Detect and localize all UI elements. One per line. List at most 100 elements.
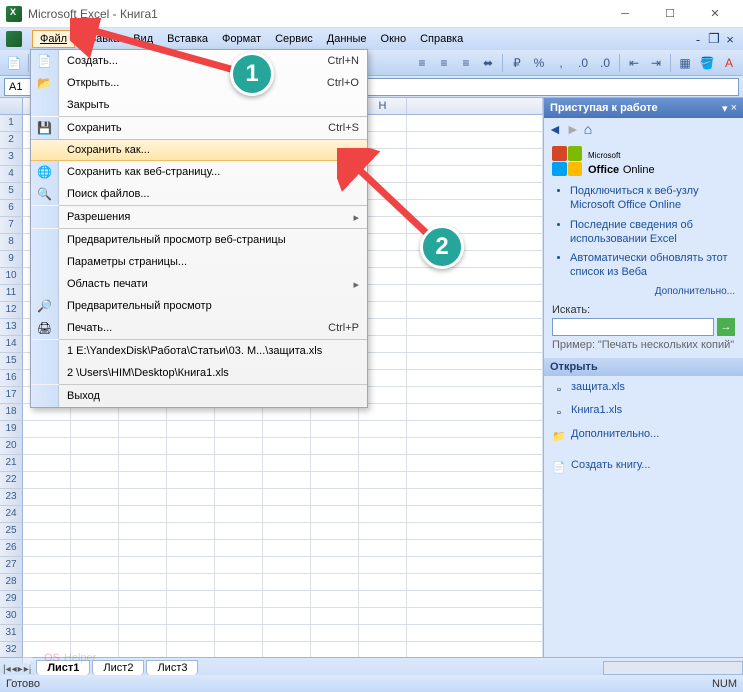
cell[interactable] [359,642,407,657]
cell[interactable] [359,523,407,540]
tab-first-icon[interactable]: |◂ [3,664,11,675]
cell[interactable] [407,506,543,523]
cell[interactable] [407,115,543,132]
menu-data[interactable]: Данные [320,31,374,47]
cell[interactable] [215,489,263,506]
merge-icon[interactable]: ⬌ [478,53,498,73]
cell[interactable] [119,591,167,608]
row-header[interactable]: 8 [0,234,23,251]
cell[interactable] [23,438,71,455]
cell[interactable] [119,523,167,540]
col-header[interactable] [407,98,543,114]
cell[interactable] [407,591,543,608]
fill-color-icon[interactable]: 🪣 [697,53,717,73]
cell[interactable] [215,608,263,625]
cell[interactable] [167,608,215,625]
cell[interactable] [311,591,359,608]
cell[interactable] [71,608,119,625]
cell[interactable] [311,574,359,591]
search-go-button[interactable]: → [717,318,735,336]
cell[interactable] [359,591,407,608]
cell[interactable] [119,608,167,625]
cell[interactable] [167,489,215,506]
taskpane-close-icon[interactable]: × [731,102,737,114]
cell[interactable] [23,574,71,591]
cell[interactable] [359,540,407,557]
open-more[interactable]: 📁 Дополнительно... [552,427,735,446]
cell[interactable] [167,642,215,657]
cell[interactable] [119,557,167,574]
nav-back-icon[interactable]: ◄ [548,121,562,137]
cell[interactable] [263,642,311,657]
menu-window[interactable]: Окно [374,31,414,47]
cell[interactable] [215,455,263,472]
row-header[interactable]: 12 [0,302,23,319]
cell[interactable] [119,574,167,591]
cell[interactable] [359,557,407,574]
cell[interactable] [311,642,359,657]
menu-item[interactable]: Сохранить как... [31,139,367,161]
cell[interactable] [119,421,167,438]
cell[interactable] [263,523,311,540]
cell[interactable] [71,591,119,608]
cell[interactable] [71,574,119,591]
cell[interactable] [23,625,71,642]
cell[interactable] [215,642,263,657]
row-header[interactable]: 13 [0,319,23,336]
cell[interactable] [167,574,215,591]
row-header[interactable]: 15 [0,353,23,370]
cell[interactable] [407,268,543,285]
cell[interactable] [23,557,71,574]
row-header[interactable]: 6 [0,200,23,217]
cell[interactable] [23,591,71,608]
cell[interactable] [407,421,543,438]
row-header[interactable]: 19 [0,421,23,438]
cell[interactable] [311,557,359,574]
menu-help[interactable]: Справка [413,31,470,47]
menu-tools[interactable]: Сервис [268,31,320,47]
doc-close-icon[interactable]: × [723,33,737,45]
nav-home-icon[interactable]: ⌂ [584,121,592,137]
cell[interactable] [263,625,311,642]
create-workbook[interactable]: 📄 Создать книгу... [552,458,735,477]
cell[interactable] [311,523,359,540]
menu-item[interactable]: 🖨Печать...Ctrl+P [31,317,367,339]
menu-item[interactable]: 💾СохранитьCtrl+S [31,117,367,139]
borders-icon[interactable]: ▦ [675,53,695,73]
cell[interactable] [23,455,71,472]
cell[interactable] [407,132,543,149]
cell[interactable] [71,540,119,557]
cell[interactable] [407,472,543,489]
cell[interactable] [263,438,311,455]
cell[interactable] [167,625,215,642]
cell[interactable] [215,574,263,591]
row-header[interactable]: 26 [0,540,23,557]
cell[interactable] [407,625,543,642]
menu-file[interactable]: Файл [32,30,75,48]
taskpane-dropdown-icon[interactable]: ▾ [722,102,728,115]
cell[interactable] [407,574,543,591]
tp-link-more[interactable]: Дополнительно... [552,285,735,298]
inc-decimal-icon[interactable]: .0 [573,53,593,73]
taskpane-search-input[interactable] [552,318,714,336]
row-header[interactable]: 22 [0,472,23,489]
menu-item[interactable]: Выход [31,385,367,407]
cell[interactable] [119,489,167,506]
percent-icon[interactable]: % [529,53,549,73]
cell[interactable] [23,421,71,438]
menu-item[interactable]: Закрыть [31,94,367,116]
menu-item[interactable]: Область печати▸ [31,273,367,295]
app-menu-icon[interactable] [6,31,22,47]
row-header[interactable]: 10 [0,268,23,285]
cell[interactable] [215,421,263,438]
cell[interactable] [311,472,359,489]
cell[interactable] [263,540,311,557]
cell[interactable] [263,455,311,472]
cell[interactable] [167,438,215,455]
cell[interactable] [263,574,311,591]
row-header[interactable]: 17 [0,387,23,404]
cell[interactable] [119,472,167,489]
cell[interactable] [215,438,263,455]
row-header[interactable]: 23 [0,489,23,506]
cell[interactable] [359,506,407,523]
